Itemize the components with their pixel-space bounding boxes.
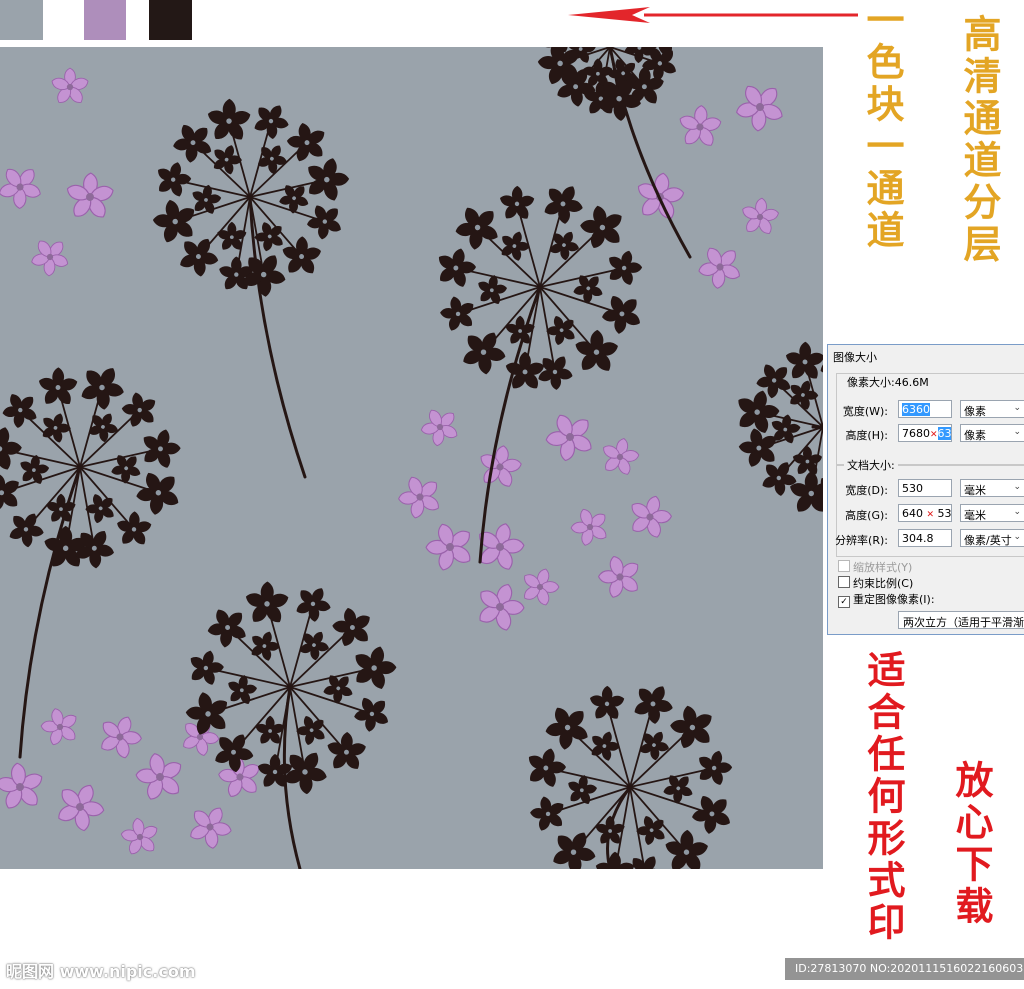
annotation-red-right: 放心下载 (949, 760, 994, 928)
scale-styles-checkbox[interactable]: 缩放样式(Y) (838, 559, 912, 575)
pixel-height-input[interactable]: 7680✕6360 (898, 424, 952, 442)
chevron-down-icon: ⌄ (1013, 482, 1021, 492)
checkbox-icon (838, 576, 850, 588)
pixel-width-unit: 像素 (964, 405, 986, 418)
resolution-label: 分辨率(R): (835, 534, 888, 547)
chevron-down-icon: ⌄ (1013, 427, 1021, 437)
doc-height-unit: 毫米 (964, 509, 986, 522)
floral-pattern (0, 47, 823, 869)
change-mark-icon: ✕ (930, 430, 938, 440)
image-size-dialog: 图像大小 像素大小:46.6M 宽度(W): 6360 像素 ⌄ 高度(H): 7… (827, 344, 1024, 635)
pixel-width-row: 宽度(W): 6360 像素 ⌄ (828, 400, 1024, 420)
resample-method-value: 两次立方（适用于平滑渐变 (903, 616, 1024, 629)
pixel-height-old-value: 7680 (902, 427, 930, 440)
resolution-unit: 像素/英寸 (964, 534, 1012, 547)
doc-width-unit-select[interactable]: 毫米 ⌄ (960, 479, 1024, 497)
checkmark-icon: ✓ (838, 596, 850, 608)
resample-image-checkbox[interactable]: ✓ 重定图像像素(I): (838, 591, 935, 608)
resample-method-select[interactable]: 两次立方（适用于平滑渐变 (898, 611, 1024, 629)
pixel-height-unit: 像素 (964, 429, 986, 442)
color-swatch-dark (149, 0, 192, 40)
color-swatch-gray (0, 0, 43, 40)
doc-height-old-value: 640 (902, 507, 923, 520)
scale-styles-label: 缩放样式(Y) (853, 561, 913, 574)
pixel-width-input[interactable]: 6360 (898, 400, 952, 418)
resolution-row: 分辨率(R): 304.8 像素/英寸 ⌄ (828, 529, 1024, 549)
document-size-label: 文档大小: (844, 457, 898, 473)
pixel-dimensions-label: 像素大小:46.6M (844, 374, 932, 390)
doc-width-value: 530 (902, 482, 923, 495)
chevron-down-icon: ⌄ (1013, 403, 1021, 413)
checkbox-icon (838, 560, 850, 572)
doc-height-input[interactable]: 640 ✕ 530 (898, 504, 952, 522)
resolution-unit-select[interactable]: 像素/英寸 ⌄ (960, 529, 1024, 547)
dialog-title: 图像大小 (833, 351, 877, 364)
doc-width-input[interactable]: 530 (898, 479, 952, 497)
annotation-gold-left: 一色块一通道 (860, 0, 905, 252)
pixel-width-unit-select[interactable]: 像素 ⌄ (960, 400, 1024, 418)
change-mark-icon: ✕ (926, 510, 935, 520)
doc-height-label: 高度(G): (845, 509, 888, 522)
constrain-proportions-checkbox[interactable]: 约束比例(C) (838, 575, 913, 591)
resolution-value: 304.8 (902, 532, 934, 545)
doc-width-label: 宽度(D): (845, 484, 888, 497)
constrain-proportions-label: 约束比例(C) (853, 577, 914, 590)
color-swatch-purple (84, 0, 126, 40)
doc-height-row: 高度(G): 640 ✕ 530 毫米 ⌄ (828, 504, 1024, 524)
red-arrow-icon (568, 7, 858, 23)
doc-width-unit: 毫米 (964, 484, 986, 497)
doc-height-unit-select[interactable]: 毫米 ⌄ (960, 504, 1024, 522)
pixel-height-label: 高度(H): (845, 429, 888, 442)
pixel-width-value: 6360 (902, 403, 930, 416)
resample-image-label: 重定图像像素(I): (853, 593, 935, 606)
annotation-gold-right: 高清通道分层 (957, 14, 1002, 266)
pixel-height-unit-select[interactable]: 像素 ⌄ (960, 424, 1024, 442)
image-id-text: ID:27813070 NO:20201115160221606037 (795, 962, 1024, 975)
chevron-down-icon: ⌄ (1013, 507, 1021, 517)
resolution-input[interactable]: 304.8 (898, 529, 952, 547)
chevron-down-icon: ⌄ (1013, 532, 1021, 542)
doc-width-row: 宽度(D): 530 毫米 ⌄ (828, 479, 1024, 499)
site-watermark: 昵图网 www.nipic.com (6, 962, 196, 981)
pixel-height-value: 6360 (937, 427, 951, 440)
pixel-width-label: 宽度(W): (842, 405, 888, 418)
doc-height-value: 530 (937, 507, 952, 520)
pixel-height-row: 高度(H): 7680✕6360 像素 ⌄ (828, 424, 1024, 444)
annotation-red-left: 适合任何形式印 (861, 650, 906, 944)
